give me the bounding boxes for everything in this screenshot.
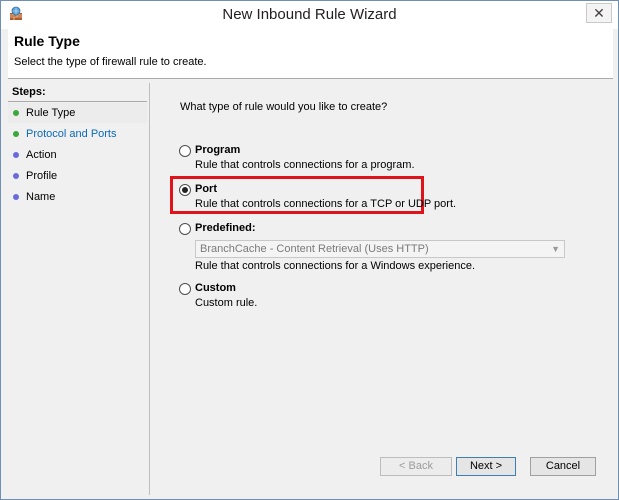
port-radio[interactable]	[179, 184, 191, 196]
step-done-bullet-icon	[13, 110, 19, 116]
chevron-down-icon: ▼	[551, 244, 560, 254]
option-description: Rule that controls connections for a pro…	[195, 159, 415, 171]
title-bar[interactable]: New Inbound Rule Wizard ✕	[1, 1, 618, 29]
step-profile: Profile	[8, 166, 147, 186]
step-pending-bullet-icon	[13, 173, 19, 179]
predefined-radio[interactable]	[179, 223, 191, 235]
step-pending-bullet-icon	[13, 194, 19, 200]
step-label: Profile	[26, 170, 58, 182]
option-description: Rule that controls connections for a TCP…	[195, 198, 457, 210]
next-button[interactable]: Next >	[456, 457, 516, 476]
wizard-header: Rule Type Select the type of firewall ru…	[8, 29, 613, 79]
page-description: Select the type of firewall rule to crea…	[14, 56, 207, 68]
step-pending-bullet-icon	[13, 152, 19, 158]
step-rule-type: Rule Type	[8, 103, 147, 123]
option-description: Custom rule.	[195, 297, 258, 309]
custom-radio[interactable]	[179, 283, 191, 295]
panel-divider	[149, 83, 150, 495]
rule-type-question: What type of rule would you like to crea…	[180, 101, 388, 113]
option-title[interactable]: Custom	[195, 282, 236, 294]
step-label: Rule Type	[26, 107, 76, 119]
step-done-bullet-icon	[13, 131, 19, 137]
option-title[interactable]: Predefined:	[195, 222, 256, 234]
steps-panel: Steps: Rule Type Protocol and Ports Acti…	[8, 83, 147, 495]
step-label[interactable]: Protocol and Ports	[26, 128, 117, 140]
steps-label: Steps:	[8, 83, 147, 102]
wizard-window: New Inbound Rule Wizard ✕ Rule Type Sele…	[0, 0, 619, 500]
step-label: Name	[26, 191, 56, 203]
window-title: New Inbound Rule Wizard	[222, 6, 397, 23]
close-button[interactable]: ✕	[586, 3, 612, 23]
predefined-select-value: BranchCache - Content Retrieval (Uses HT…	[200, 243, 429, 255]
step-name: Name	[8, 187, 147, 207]
option-title[interactable]: Program	[195, 144, 240, 156]
step-label: Action	[26, 149, 57, 161]
page-title: Rule Type	[14, 33, 80, 49]
back-button[interactable]: < Back	[380, 457, 452, 476]
option-description: Rule that controls connections for a Win…	[195, 260, 476, 272]
content-panel: What type of rule would you like to crea…	[151, 83, 613, 495]
program-radio[interactable]	[179, 145, 191, 157]
option-title[interactable]: Port	[195, 183, 217, 195]
step-action: Action	[8, 145, 147, 165]
predefined-select[interactable]: BranchCache - Content Retrieval (Uses HT…	[195, 240, 565, 258]
cancel-button[interactable]: Cancel	[530, 457, 596, 476]
step-protocol-and-ports[interactable]: Protocol and Ports	[8, 124, 147, 144]
